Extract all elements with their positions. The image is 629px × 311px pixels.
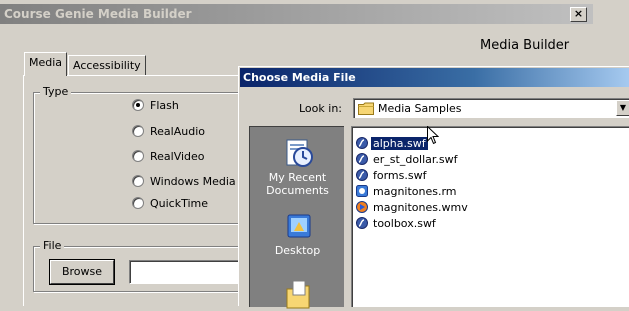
place-label: My Recent Documents [266,171,329,197]
realmedia-file-icon [356,185,368,197]
list-item[interactable]: magnitones.rm [356,183,459,199]
recent-documents-icon [286,139,313,167]
flash-file-icon [356,217,368,229]
tab-accessibility[interactable]: Accessibility [68,55,146,76]
look-in-value: Media Samples [378,102,462,115]
file-name: forms.swf [373,168,427,182]
flash-file-icon [356,137,368,149]
radio-quicktime[interactable]: QuickTime [132,196,208,210]
radio-button[interactable] [132,125,144,137]
windows-media-file-icon [356,201,368,213]
window-title: Course Genie Media Builder [4,7,192,21]
radio-button[interactable] [132,99,144,111]
choose-media-file-dialog: Choose Media File Look in: Media Samples… [238,66,629,309]
list-item[interactable]: magnitones.wmv [356,199,470,215]
tab-media[interactable]: Media [24,52,68,76]
radio-label: QuickTime [150,196,209,210]
type-group-legend: Type [40,85,72,98]
mouse-pointer-icon [427,126,439,145]
list-item[interactable]: forms.swf [356,167,428,183]
file-name: toolbox.swf [373,216,436,230]
my-documents-icon [286,280,309,309]
radio-label: RealAudio [150,124,205,138]
file-name: magnitones.rm [373,184,457,198]
place-my-recent-documents[interactable]: My Recent Documents [250,137,345,197]
list-item[interactable]: toolbox.swf [356,215,438,231]
radio-realvideo[interactable]: RealVideo [132,149,205,163]
place-desktop[interactable]: Desktop [250,212,345,257]
radio-label: Windows Media [150,174,236,188]
look-in-label: Look in: [299,102,342,115]
browse-button[interactable]: Browse [50,260,114,284]
radio-windows-media[interactable]: Windows Media [132,174,236,188]
file-name: er_st_dollar.swf [373,152,458,166]
place-my-documents[interactable] [250,279,345,311]
file-group-legend: File [40,239,65,252]
radio-realaudio[interactable]: RealAudio [132,124,205,138]
radio-button[interactable] [132,150,144,162]
file-path-field[interactable] [129,260,241,284]
look-in-dropdown[interactable]: Media Samples ▼ [353,98,629,118]
flash-file-icon [356,169,368,181]
folder-icon [358,102,374,115]
browse-button-label: Browse [61,265,103,278]
file-name: magnitones.wmv [373,200,468,214]
dialog-title-bar[interactable]: Choose Media File [240,68,629,87]
radio-flash[interactable]: Flash [132,98,179,112]
radio-button[interactable] [132,175,144,187]
radio-label: RealVideo [150,149,205,163]
flash-file-icon [356,153,368,165]
tab-accessibility-label: Accessibility [73,59,141,72]
desktop-icon [287,214,310,238]
radio-label: Flash [150,98,179,112]
window-title-bar[interactable]: Course Genie Media Builder × [0,4,593,24]
places-bar: My Recent Documents Desktop [249,126,345,309]
file-list[interactable]: alpha.swf er_st_dollar.swf forms.swf mag… [351,126,629,307]
chevron-down-icon[interactable]: ▼ [616,100,629,116]
place-label: Desktop [274,244,321,257]
radio-button[interactable] [132,197,144,209]
close-button[interactable]: × [570,7,587,22]
file-name: alpha.swf [371,136,428,150]
list-item[interactable]: er_st_dollar.swf [356,151,460,167]
dialog-title: Choose Media File [243,71,356,84]
page-title: Media Builder [480,38,570,53]
tab-media-label: Media [29,56,63,69]
list-item[interactable]: alpha.swf [356,135,428,151]
